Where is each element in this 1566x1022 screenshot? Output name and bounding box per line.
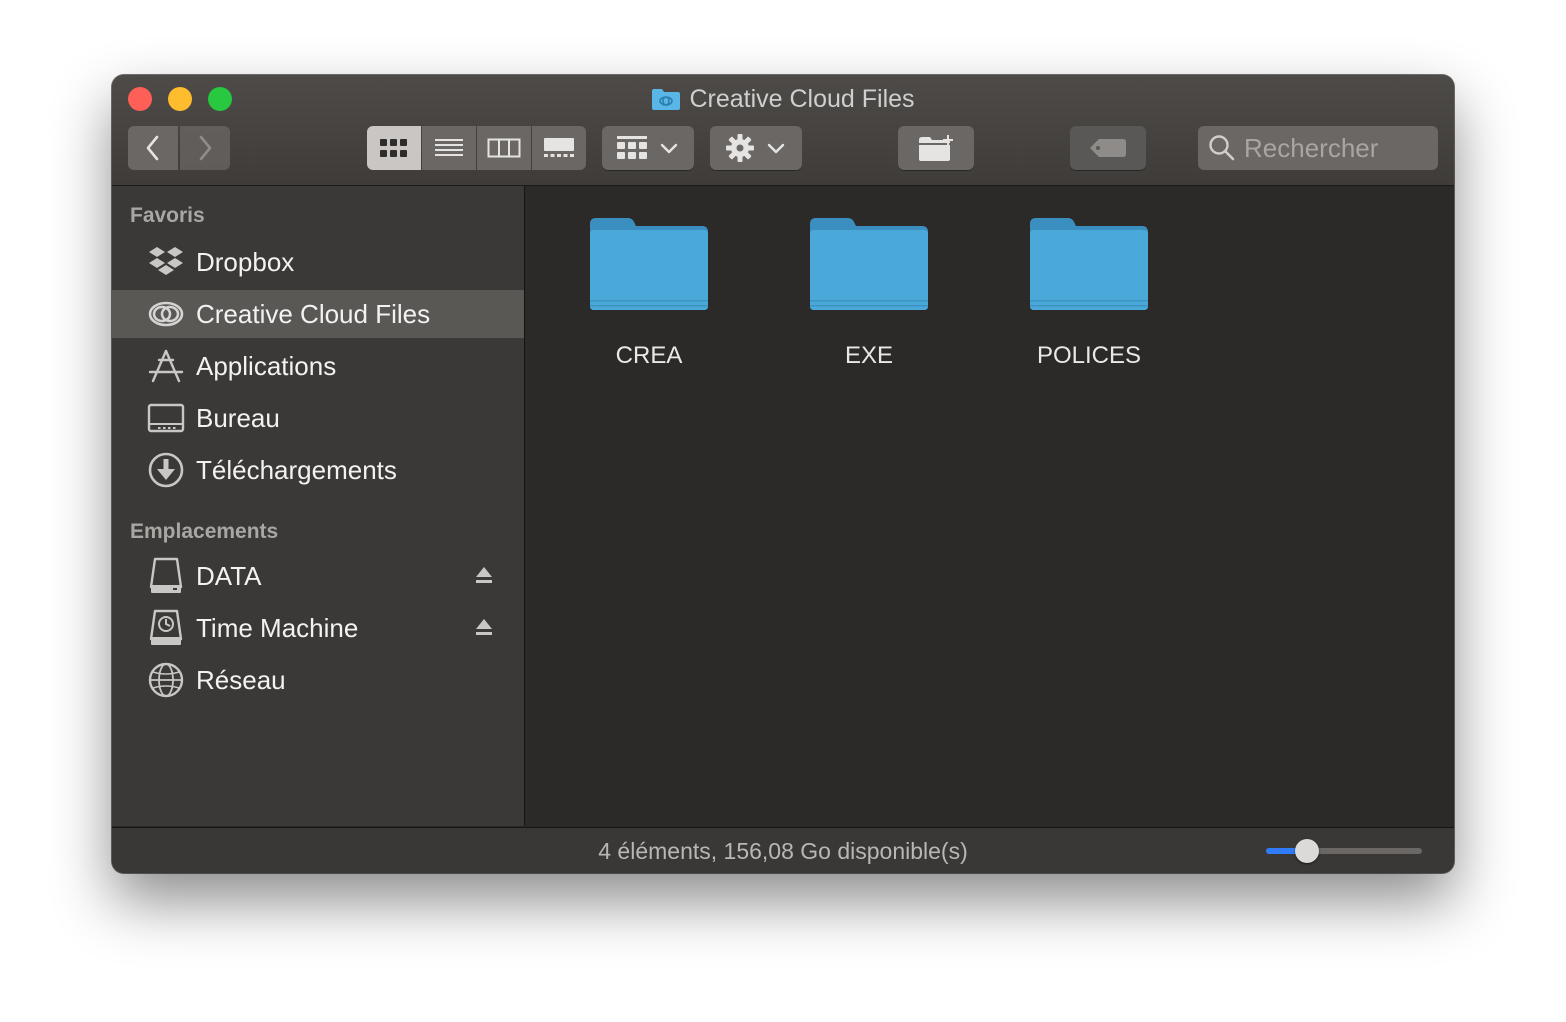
columns-icon (487, 138, 520, 158)
folder-name: EXE (844, 342, 894, 369)
eject-icon[interactable] (474, 616, 494, 640)
forward-button[interactable] (180, 126, 230, 170)
sidebar-item-time-machine[interactable]: Time Machine (112, 604, 524, 652)
sidebar-item-label: Téléchargements (196, 454, 397, 485)
title-bar: Creative Cloud Files (112, 75, 1454, 186)
icon-view-button[interactable] (366, 126, 421, 170)
status-bar: 4 éléments, 156,08 Go disponible(s) (112, 827, 1454, 873)
creative-cloud-folder-icon (652, 89, 681, 110)
applications-icon (148, 349, 184, 383)
window-title-area: Creative Cloud Files (112, 83, 1454, 115)
eject-icon[interactable] (474, 564, 494, 588)
group-by-button[interactable] (602, 126, 694, 170)
gear-icon (726, 134, 754, 162)
new-folder-icon (919, 135, 953, 161)
gallery-icon (543, 138, 574, 157)
sidebar: Favoris Dropbox Creative Cloud Files App… (112, 186, 525, 826)
finder-window: Creative Cloud Files Rechercher Favoris … (112, 75, 1454, 873)
sidebar-item-label: Creative Cloud Files (196, 298, 431, 329)
sidebar-item-applications[interactable]: Applications (112, 342, 524, 390)
chevron-down-icon (767, 143, 785, 154)
sidebar-item-label: Time Machine (196, 612, 359, 643)
sidebar-item-bureau[interactable]: Bureau (112, 394, 524, 442)
favorites-section-title: Favoris (130, 204, 205, 227)
file-area: CREA EXE POLICES (525, 186, 1454, 826)
grid-icon (379, 139, 407, 157)
search-input[interactable] (1242, 131, 1436, 165)
search-field[interactable] (1198, 126, 1438, 170)
time-machine-icon (149, 609, 183, 645)
chevron-left-icon (146, 135, 159, 161)
folder-item-exe[interactable]: EXE (769, 214, 969, 384)
icon-size-slider-knob[interactable] (1295, 839, 1319, 863)
sidebar-item-label: Bureau (196, 402, 280, 433)
column-view-button[interactable] (476, 126, 531, 170)
desktop-icon (147, 403, 185, 433)
folder-name: CREA (615, 342, 683, 369)
search-icon (1209, 135, 1235, 161)
disk-icon (149, 557, 183, 593)
sidebar-item-telechargements[interactable]: Téléchargements (112, 446, 524, 494)
sidebar-item-label: Réseau (196, 664, 286, 695)
list-view-button[interactable] (421, 126, 476, 170)
group-grid-icon (617, 136, 647, 159)
action-button[interactable] (710, 126, 802, 170)
sidebar-item-label: Applications (196, 350, 337, 381)
view-mode-group (366, 126, 586, 170)
sidebar-item-reseau[interactable]: Réseau (112, 656, 524, 704)
gallery-view-button[interactable] (531, 126, 586, 170)
dropbox-icon (149, 247, 183, 275)
sidebar-item-creative-cloud-files[interactable]: Creative Cloud Files (112, 290, 524, 338)
sidebar-item-data[interactable]: DATA (112, 552, 524, 600)
tags-button[interactable] (1070, 126, 1146, 170)
folder-icon (590, 218, 708, 310)
creative-cloud-icon (148, 301, 184, 327)
folder-name: POLICES (1036, 342, 1142, 369)
chevron-down-icon (660, 143, 678, 154)
folder-icon (1030, 218, 1148, 310)
list-icon (434, 139, 463, 156)
network-icon (148, 662, 184, 698)
sidebar-item-label: Dropbox (196, 246, 295, 277)
folder-item-crea[interactable]: CREA (549, 214, 749, 384)
locations-section-title: Emplacements (130, 520, 279, 543)
sidebar-item-label: DATA (196, 560, 262, 591)
icon-size-slider[interactable] (1266, 839, 1422, 863)
back-button[interactable] (128, 126, 178, 170)
folder-item-polices[interactable]: POLICES (989, 214, 1189, 384)
tag-icon (1090, 139, 1126, 157)
chevron-right-icon (199, 135, 212, 161)
folder-icon (810, 218, 928, 310)
downloads-icon (148, 452, 184, 488)
window-title: Creative Cloud Files (689, 85, 915, 113)
new-folder-button[interactable] (898, 126, 974, 170)
navigation-group (128, 126, 230, 170)
sidebar-item-dropbox[interactable]: Dropbox (112, 238, 524, 286)
status-text: 4 éléments, 156,08 Go disponible(s) (598, 838, 968, 864)
